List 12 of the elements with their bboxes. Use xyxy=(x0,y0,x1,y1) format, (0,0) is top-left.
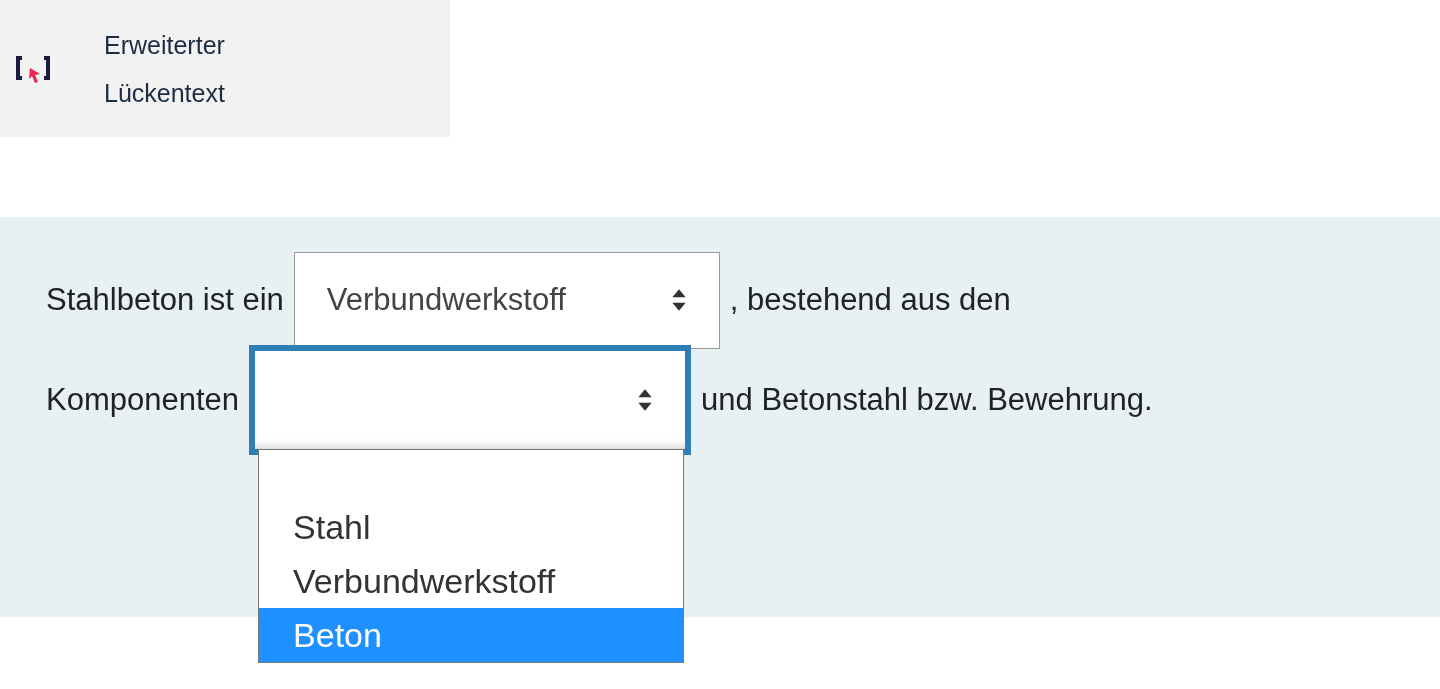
question-type-tile[interactable]: Erweiterter Lückentext xyxy=(0,0,450,137)
question-type-label: Erweiterter Lückentext xyxy=(104,29,226,109)
dropdown-select[interactable]: Verbundwerkstoff xyxy=(293,251,720,349)
dropdown-option[interactable]: Stahl xyxy=(259,500,684,554)
sort-caret-icon xyxy=(637,388,654,412)
dropdown-option[interactable]: Verbundwerkstoff xyxy=(259,554,684,608)
question-text: Komponenten xyxy=(46,382,240,418)
question-text: Stahlbeton ist ein xyxy=(46,282,284,318)
question-text: und Betonstahl bzw. Bewehrung. xyxy=(701,382,1153,418)
sort-caret-icon xyxy=(670,288,687,312)
question-text: , bestehend aus den xyxy=(729,282,1011,318)
dropdown-select[interactable] xyxy=(249,345,692,455)
